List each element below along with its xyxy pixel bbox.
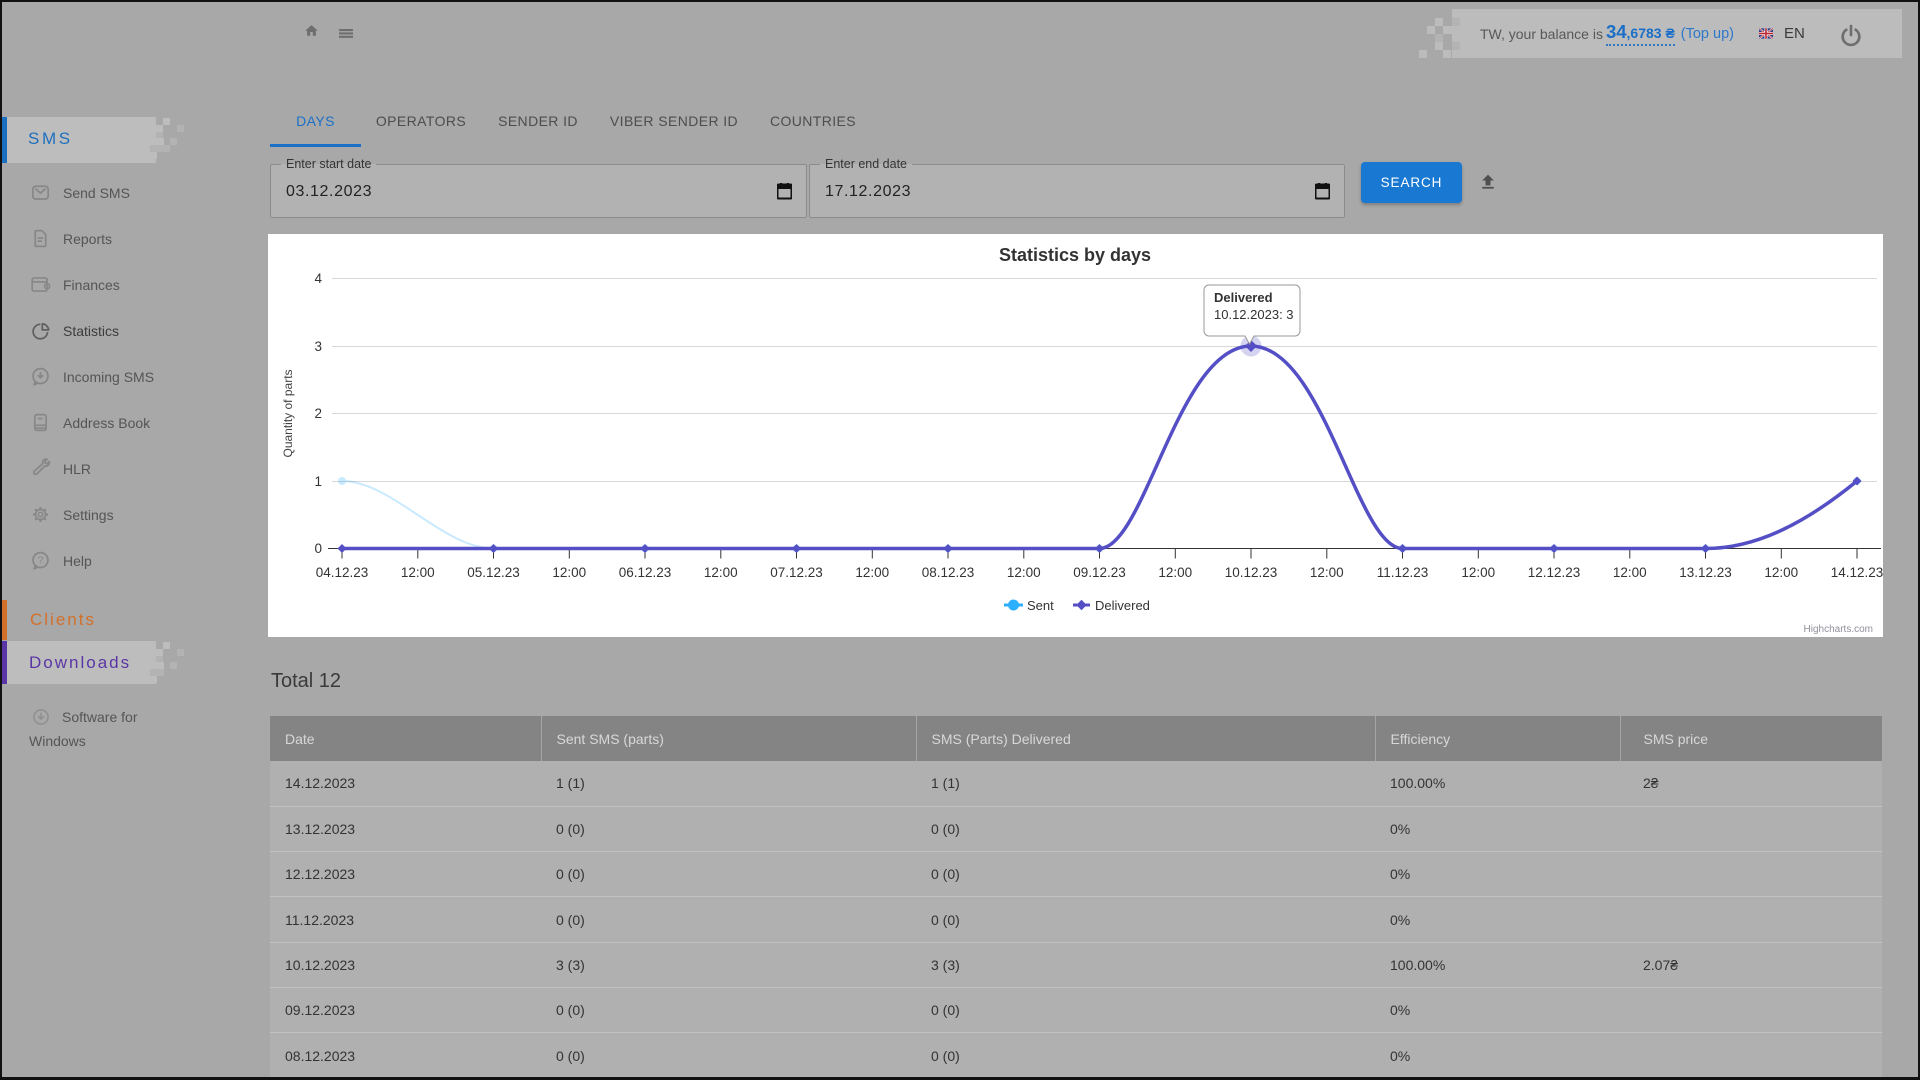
svg-text:12:00: 12:00 [1158, 565, 1192, 580]
svg-text:06.12.23: 06.12.23 [619, 565, 672, 580]
svg-text:12:00: 12:00 [401, 565, 435, 580]
svg-text:12:00: 12:00 [1310, 565, 1344, 580]
svg-text:13.12.23: 13.12.23 [1679, 565, 1732, 580]
svg-text:2: 2 [314, 406, 322, 421]
svg-text:09.12.23: 09.12.23 [1073, 565, 1126, 580]
svg-text:10.12.23: 10.12.23 [1225, 565, 1278, 580]
svg-text:12:00: 12:00 [1007, 565, 1041, 580]
svg-text:?: ? [38, 554, 44, 566]
svg-text:12:00: 12:00 [1461, 565, 1495, 580]
svg-text:Statistics by days: Statistics by days [999, 245, 1151, 265]
svg-text:07.12.23: 07.12.23 [770, 565, 823, 580]
svg-text:Delivered: Delivered [1095, 598, 1150, 613]
svg-text:Sent: Sent [1027, 598, 1054, 613]
svg-text:04.12.23: 04.12.23 [316, 565, 369, 580]
svg-text:12:00: 12:00 [1764, 565, 1798, 580]
svg-text:3: 3 [314, 339, 322, 354]
svg-text:14.12.23: 14.12.23 [1831, 565, 1883, 580]
svg-text:Delivered: Delivered [1214, 290, 1273, 305]
svg-text:11.12.23: 11.12.23 [1377, 565, 1429, 580]
svg-text:Quantity of parts: Quantity of parts [281, 369, 295, 457]
svg-text:12:00: 12:00 [855, 565, 889, 580]
svg-text:10.12.2023: 3: 10.12.2023: 3 [1214, 307, 1294, 322]
svg-text:1: 1 [314, 474, 322, 489]
svg-text:Highcharts.com: Highcharts.com [1804, 624, 1873, 635]
svg-text:4: 4 [314, 271, 322, 286]
svg-text:08.12.23: 08.12.23 [922, 565, 975, 580]
svg-text:12:00: 12:00 [552, 565, 586, 580]
svg-text:05.12.23: 05.12.23 [467, 565, 520, 580]
svg-text:12.12.23: 12.12.23 [1528, 565, 1581, 580]
svg-text:0: 0 [314, 541, 322, 556]
svg-text:12:00: 12:00 [1613, 565, 1647, 580]
svg-text:12:00: 12:00 [704, 565, 738, 580]
